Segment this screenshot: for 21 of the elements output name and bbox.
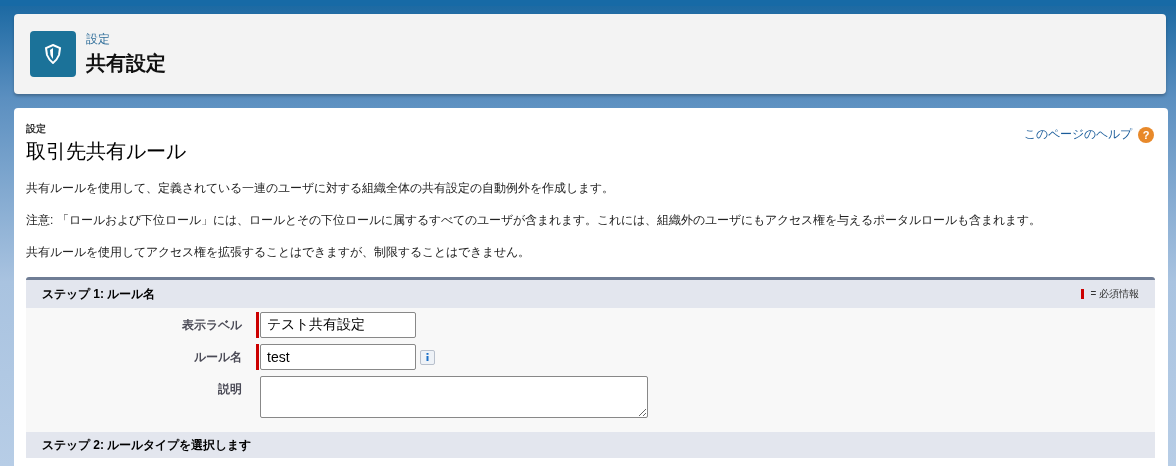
header-title: 共有設定: [86, 51, 166, 76]
textarea-field[interactable]: [260, 376, 648, 418]
section-title: ステップ 1: ルール名: [42, 285, 156, 303]
required-legend: = 必須情報: [1090, 287, 1139, 301]
page-eyebrow: 設定: [26, 122, 47, 136]
input-field[interactable]: test: [260, 344, 416, 370]
shield-icon: [44, 44, 62, 64]
help-icon: ?: [1138, 126, 1154, 143]
description-text: 共有ルールを使用してアクセス権を拡張することはできますが、制限することはできません。: [26, 244, 531, 261]
section-title: ステップ 2: ルールタイプを選択します: [42, 436, 252, 454]
input-field[interactable]: テスト共有設定: [260, 312, 416, 338]
info-icon[interactable]: [420, 349, 435, 365]
field-label: 表示ラベル: [181, 318, 242, 333]
field-label: 説明: [217, 382, 242, 397]
required-marker: [1081, 289, 1085, 299]
field-label: ルール名: [193, 350, 242, 365]
description-text: 共有ルールを使用して、定義されている一連のユーザに対する組織全体の共有設定の自動例外を作成します。: [26, 180, 615, 197]
breadcrumb: 設定: [86, 31, 111, 48]
description-text: 注意: 「ロールおよび下位ロール」には、ロールとその下位ロールに属するすべてのユーザが含まれます。これには、組織外のユーザにもアクセス権を与えるポータルロールも含まれます。: [26, 212, 1042, 229]
page-title: 取引先共有ルール: [26, 139, 186, 164]
help-link[interactable]: このページのヘルプ ?: [1024, 126, 1154, 143]
